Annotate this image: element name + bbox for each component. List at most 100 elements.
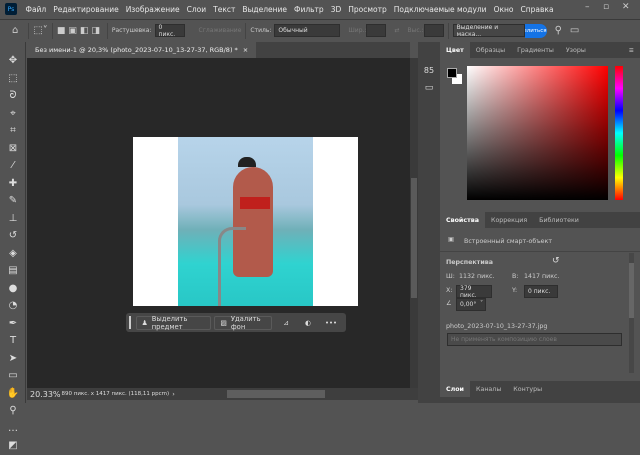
type-tool-icon[interactable]: T [0,332,26,350]
share-button[interactable]: Поделиться [524,23,547,38]
drag-handle[interactable] [129,316,131,329]
section-title: Перспектива [446,259,493,266]
eyedropper-tool-icon[interactable]: ⁄ [0,157,26,175]
workspace-icon[interactable]: ▭ [570,25,579,36]
select-subject-button[interactable]: ♟ Выделить предмет [135,315,212,331]
more-options-icon[interactable]: ••• [325,319,337,327]
crop-tool-icon[interactable]: ⌗ [0,122,26,140]
scroll-thumb[interactable] [411,178,417,298]
zoom-tool-icon[interactable]: ⚲ [0,402,26,420]
eraser-tool-icon[interactable]: ◈ [0,245,26,263]
zoom-level[interactable]: 20.33% [30,390,61,399]
more-tools-icon[interactable]: … [0,420,26,438]
layers-panel: Слои Каналы Контуры [440,381,640,403]
tab-layers[interactable]: Слои [440,381,470,397]
adjustment-icon[interactable]: ◐ [305,319,311,327]
close-tab-icon[interactable]: × [243,46,248,54]
status-arrow-icon[interactable]: › [172,390,175,398]
select-and-mask-button[interactable]: Выделение и маска... [452,24,525,38]
tab-color[interactable]: Цвет [440,42,470,58]
height-label: Выс.: [407,27,424,34]
width-input[interactable] [366,24,387,37]
photo-layer[interactable] [178,137,313,306]
blur-tool-icon[interactable]: ● [0,280,26,298]
document-tab[interactable]: Без имени-1 @ 20,3% (photo_2023-07-10_13… [27,42,257,58]
y-label: Y: [512,287,518,294]
feather-input[interactable]: 0 пикс. [154,24,185,38]
x-input[interactable]: 379 пикс. [456,285,492,299]
menu-text[interactable]: Текст [210,5,239,14]
document-canvas[interactable] [133,137,358,306]
comment-icon[interactable]: ▭ [418,83,440,93]
history-brush-icon[interactable]: ↺ [0,227,26,245]
close-icon[interactable]: ✕ [622,2,630,12]
swap-icon[interactable]: ⇄ [394,27,399,34]
menu-help[interactable]: Справка [517,5,557,14]
lasso-tool-icon[interactable]: ᘐ [0,87,26,105]
stamp-tool-icon[interactable]: ⊥ [0,210,26,228]
menu-image[interactable]: Изображение [122,5,183,14]
menu-edit[interactable]: Редактирование [50,5,122,14]
tab-patterns[interactable]: Узоры [560,42,592,58]
angle-dropdown-icon[interactable]: ˅ [480,300,483,307]
menubar: Ps Файл Редактирование Изображение Слои … [0,0,640,18]
menu-filter[interactable]: Фильтр [291,5,328,14]
marquee-tool-icon[interactable]: ⬚ [0,70,26,88]
brush-tool-icon[interactable]: ✎ [0,192,26,210]
menu-select[interactable]: Выделение [239,5,291,14]
reset-icon[interactable]: ↺ [552,256,560,266]
transform-icon[interactable]: ⊿ [283,319,289,327]
style-label: Стиль: [250,27,272,34]
pen-tool-icon[interactable]: ✒ [0,315,26,333]
menu-file[interactable]: Файл [22,5,50,14]
canvas-area[interactable]: ♟ Выделить предмет ▨ Удалить фон ⊿ ◐ ••• [27,58,410,388]
healing-tool-icon[interactable]: ✚ [0,175,26,193]
hand-tool-icon[interactable]: ✋ [0,385,26,403]
antialias-checkbox[interactable]: Сглаживание [199,27,242,34]
vertical-scrollbar[interactable] [410,58,418,388]
tab-paths[interactable]: Контуры [507,381,548,397]
linked-filename: photo_2023-07-10_13-27-37.jpg [446,323,548,330]
selection-mode-icons[interactable]: ■▣◧◨ [57,26,103,36]
foreground-color-swatch[interactable] [447,68,457,78]
color-panel: Цвет Образцы Градиенты Узоры ≡ [440,42,640,210]
photoshop-logo: Ps [5,3,17,15]
tab-channels[interactable]: Каналы [470,381,507,397]
menu-view[interactable]: Просмотр [345,5,391,14]
color-field[interactable] [467,66,608,200]
height-value: 1417 пикс. [524,273,560,280]
path-select-tool-icon[interactable]: ➤ [0,350,26,368]
frame-tool-icon[interactable]: ⊠ [0,140,26,158]
menu-plugins[interactable]: Подключаемые модули [390,5,490,14]
menu-3d[interactable]: 3D [327,5,345,14]
color-swatches-icon[interactable]: ◩ [0,437,26,455]
properties-scrollbar[interactable] [629,253,634,373]
image-icon: ▨ [220,318,227,327]
panel-menu-icon[interactable]: ≡ [629,47,634,54]
tab-gradients[interactable]: Градиенты [511,42,560,58]
remove-background-button[interactable]: ▨ Удалить фон [214,315,273,331]
tab-swatches[interactable]: Образцы [470,42,511,58]
gradient-tool-icon[interactable]: ▤ [0,262,26,280]
minimize-icon[interactable]: – [585,2,590,12]
search-icon[interactable]: ⚲ [555,25,562,36]
hue-slider[interactable] [615,66,623,200]
height-input[interactable] [423,24,444,37]
menu-window[interactable]: Окно [490,5,517,14]
histogram-icon[interactable]: 85 [418,66,440,75]
style-select[interactable]: Обычный [274,24,341,37]
tab-libraries[interactable]: Библиотеки [533,212,585,228]
marquee-icon[interactable]: ⬚˅ [33,25,47,36]
quick-select-tool-icon[interactable]: ⌖ [0,105,26,123]
layer-comp-select[interactable]: Не применять композицию слоев [447,333,622,346]
home-icon[interactable]: ⌂ [12,25,18,36]
y-input[interactable]: 0 пикс. [524,285,558,298]
tab-properties[interactable]: Свойства [440,212,485,228]
dodge-tool-icon[interactable]: ◔ [0,297,26,315]
rectangle-tool-icon[interactable]: ▭ [0,367,26,385]
tab-adjustments[interactable]: Коррекция [485,212,533,228]
move-tool-icon[interactable]: ✥ [0,52,26,70]
horizontal-scrollbar[interactable] [227,390,325,398]
menu-layers[interactable]: Слои [183,5,210,14]
maximize-icon[interactable]: ▫ [603,2,609,12]
